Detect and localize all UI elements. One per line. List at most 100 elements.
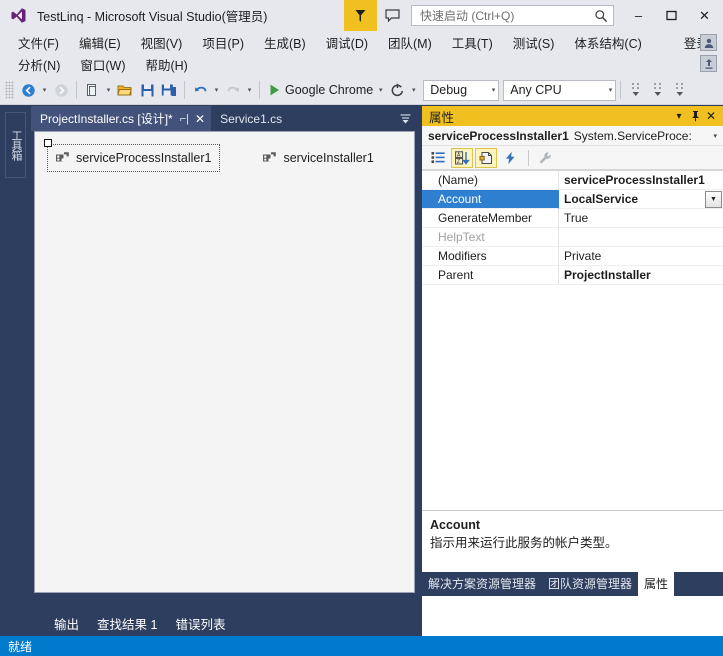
events-button[interactable] (499, 148, 521, 168)
menu-item-test[interactable]: 测试(S) (503, 31, 565, 54)
alphabetical-view-button[interactable]: A Z (451, 147, 473, 168)
toolbar-overflow-icon[interactable] (669, 79, 691, 102)
menu-item-edit[interactable]: 编辑(E) (69, 31, 131, 54)
toolbar-separator (76, 81, 77, 99)
menu-item-team[interactable]: 团队(M) (378, 31, 442, 54)
property-name: HelpText (422, 228, 559, 247)
property-row-parent[interactable]: Parent ProjectInstaller (422, 266, 723, 285)
solution-platform-combo[interactable]: Any CPU ▾ (503, 79, 617, 101)
menu-item-file[interactable]: 文件(F) (8, 31, 69, 54)
minimize-button[interactable]: – (622, 0, 655, 31)
categorized-view-button[interactable] (427, 148, 449, 168)
user-account-icon[interactable] (700, 34, 717, 51)
properties-object-selector[interactable]: serviceProcessInstaller1 System.ServiceP… (422, 126, 723, 146)
property-value-container[interactable]: LocalService ▼ (559, 190, 723, 209)
feedback-flag-icon[interactable] (344, 0, 377, 31)
tab-error-list[interactable]: 错误列表 (166, 614, 234, 633)
properties-panel-tabs: 解决方案资源管理器 团队资源管理器 属性 (422, 572, 723, 596)
close-icon[interactable]: ✕ (195, 112, 205, 126)
start-debug-dropdown-icon[interactable]: ▾ (375, 79, 386, 102)
document-tab-service1[interactable]: Service1.cs (211, 106, 288, 131)
tab-overflow-icon[interactable] (396, 109, 415, 128)
property-name: Parent (422, 266, 559, 285)
property-row-name[interactable]: (Name) serviceProcessInstaller1 (422, 171, 723, 190)
toolbar-overflow-icon[interactable] (647, 79, 669, 102)
menu-item-analyze[interactable]: 分析(N) (8, 53, 70, 76)
component-designer-surface[interactable]: serviceProcessInstaller1 serviceInstalle… (34, 131, 415, 593)
tab-output[interactable]: 输出 (45, 614, 88, 633)
chevron-down-icon[interactable]: ▾ (707, 132, 723, 140)
menu-row-1: 文件(F) 编辑(E) 视图(V) 项目(P) 生成(B) 调试(D) 团队(M… (0, 31, 723, 53)
document-well: ProjectInstaller.cs [设计]* ⌐| ✕ Service1.… (31, 106, 418, 596)
close-button[interactable]: ✕ (688, 0, 721, 31)
quick-launch-input[interactable] (418, 7, 592, 24)
maximize-button[interactable] (655, 0, 688, 31)
properties-button[interactable] (475, 147, 497, 168)
component-serviceprocessinstaller1[interactable]: serviceProcessInstaller1 (43, 139, 221, 172)
menu-item-architecture[interactable]: 体系结构(C) (564, 31, 651, 54)
pin-icon[interactable]: ⌐| (180, 113, 189, 125)
toolbar-separator (184, 81, 185, 99)
menu-item-tools[interactable]: 工具(T) (442, 31, 503, 54)
property-row-account[interactable]: Account LocalService ▼ (422, 190, 723, 209)
navigate-back-dropdown-icon[interactable]: ▾ (39, 79, 50, 102)
property-value[interactable]: serviceProcessInstaller1 (559, 171, 723, 190)
property-value[interactable]: ProjectInstaller (559, 266, 723, 285)
feedback-bubble-icon[interactable] (377, 0, 407, 31)
save-icon[interactable] (136, 79, 158, 102)
document-tab-projectinstaller[interactable]: ProjectInstaller.cs [设计]* ⌐| ✕ (31, 106, 212, 131)
menu-item-project[interactable]: 项目(P) (192, 31, 254, 54)
toolbar-grip[interactable] (5, 81, 14, 99)
property-grid-empty-area (422, 285, 723, 656)
close-icon[interactable]: ✕ (703, 107, 719, 125)
properties-object-type: System.ServiceProce: (573, 128, 692, 143)
tab-find-results-1[interactable]: 查找结果 1 (88, 614, 166, 633)
property-row-helptext[interactable]: HelpText (422, 228, 723, 247)
properties-panel-header: 属性 ▾ ✕ (422, 106, 723, 126)
component-serviceinstaller1[interactable]: serviceInstaller1 (255, 144, 381, 172)
designer-canvas[interactable]: serviceProcessInstaller1 serviceInstalle… (35, 132, 414, 592)
toolbox-tab[interactable]: 工具箱 (5, 112, 26, 178)
menu-item-window[interactable]: 窗口(W) (70, 53, 135, 76)
quick-launch-box[interactable] (411, 5, 614, 26)
status-text: 就绪 (8, 639, 33, 654)
refresh-icon[interactable] (386, 79, 408, 102)
new-project-dropdown-icon[interactable]: ▾ (103, 79, 114, 102)
chevron-down-icon[interactable]: ▼ (705, 190, 722, 208)
notifications-icon[interactable] (700, 55, 717, 72)
tab-properties[interactable]: 属性 (638, 572, 675, 596)
toolbox-label: 工具箱 (10, 130, 22, 160)
redo-icon (222, 79, 244, 102)
tab-team-explorer[interactable]: 团队资源管理器 (542, 572, 638, 596)
property-value[interactable] (559, 228, 723, 247)
property-row-modifiers[interactable]: Modifiers Private (422, 247, 723, 266)
undo-icon[interactable] (189, 79, 211, 102)
property-pages-button (534, 148, 556, 168)
toolbar-overflow-icon[interactable] (625, 79, 647, 102)
menu-item-debug[interactable]: 调试(D) (316, 31, 378, 54)
undo-dropdown-icon[interactable]: ▾ (211, 79, 222, 102)
tab-solution-explorer[interactable]: 解决方案资源管理器 (422, 572, 542, 596)
chevron-down-icon[interactable]: ▾ (671, 107, 687, 125)
menu-item-view[interactable]: 视图(V) (131, 31, 193, 54)
property-value[interactable]: True (559, 209, 723, 228)
navigate-back-icon[interactable] (17, 79, 39, 102)
new-project-icon[interactable] (81, 79, 103, 102)
svg-text:Z: Z (457, 158, 460, 164)
save-all-icon[interactable] (158, 79, 180, 102)
solution-configuration-combo[interactable]: Debug ▾ (423, 79, 500, 101)
start-debugging-button[interactable]: Google Chrome (264, 79, 375, 102)
toolbar-separator (259, 81, 260, 99)
menu-item-help[interactable]: 帮助(H) (135, 53, 197, 76)
window-title: TestLinq - Microsoft Visual Studio(管理员) (37, 10, 268, 24)
property-value[interactable]: Private (559, 247, 723, 266)
refresh-dropdown-icon[interactable]: ▾ (408, 79, 419, 102)
property-row-generatemember[interactable]: GenerateMember True (422, 209, 723, 228)
open-file-icon[interactable] (114, 79, 136, 102)
property-name: (Name) (422, 171, 559, 190)
property-name: GenerateMember (422, 209, 559, 228)
title-bar: TestLinq - Microsoft Visual Studio(管理员) (0, 0, 723, 31)
pin-icon[interactable] (687, 107, 703, 125)
menu-item-build[interactable]: 生成(B) (254, 31, 316, 54)
title-bar-right: – ✕ (344, 0, 723, 31)
